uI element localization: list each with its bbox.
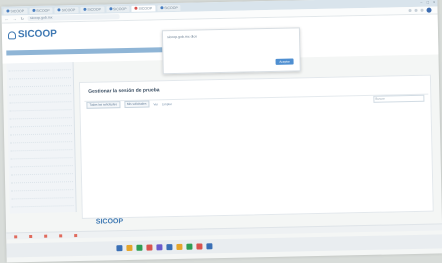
filter-link[interactable]: Ver [153,102,158,106]
sidebar-item[interactable] [9,119,72,128]
sidebar-item[interactable] [11,199,74,208]
sidebar-item[interactable] [10,159,73,168]
filter-link[interactable]: Limpiar [162,102,172,106]
main-card: Gestionar la sesión de prueba Todas las … [78,74,434,219]
maximize-button[interactable]: □ [427,0,430,5]
window-controls: − □ × [420,0,439,5]
browser-tab[interactable]: SICOOP [157,4,181,11]
tab-favicon-icon [32,8,36,12]
taskbar-app-icon[interactable] [136,244,143,251]
pdf-file-icon [59,233,63,237]
download-item[interactable] [14,234,18,238]
sidebar-item[interactable] [9,127,73,136]
tab-favicon-icon [108,7,112,11]
filter-button[interactable]: Mis solicitudes [123,100,150,109]
taskbar-app-icon[interactable] [186,243,193,250]
browser-tab-active[interactable]: SICOOP [131,4,156,12]
profile-avatar-icon[interactable] [426,7,432,13]
sidebar-item[interactable] [10,135,73,144]
tab-favicon-icon [57,8,61,12]
sidebar-item[interactable] [11,183,74,192]
reload-icon[interactable]: ↻ [21,16,24,21]
start-button-icon[interactable] [116,245,123,252]
sidebar-item[interactable] [8,63,71,72]
download-item[interactable] [74,233,78,237]
taskbar-app-icon[interactable] [126,244,133,252]
pdf-file-icon [74,233,78,237]
logo-mark-icon [7,30,17,39]
footer-logo: SICOOP [95,218,124,226]
search-input[interactable]: Buscar [373,94,425,103]
browser-tab[interactable]: SICOOP [105,5,130,12]
extension-icon[interactable] [420,8,424,12]
url-field[interactable]: sicoop.gob.mx [27,14,121,22]
browser-tab[interactable]: SICOOP [54,6,79,13]
accept-button[interactable]: Aceptar [275,58,294,65]
extension-icon[interactable] [408,9,412,13]
pdf-file-icon [44,234,48,238]
tab-favicon-icon [83,7,87,11]
taskbar-app-icon[interactable] [146,244,153,251]
screen: SICOOP SICOOP SICOOP SICOOP SICOOP SICOO… [1,0,442,263]
sicoop-logo[interactable]: SICOOP [7,28,57,40]
sidebar-item[interactable] [9,103,72,112]
taskbar-app-icon[interactable] [166,244,173,251]
browser-tab[interactable]: SICOOP [80,5,105,13]
extension-icons [408,7,437,13]
sidebar-item[interactable] [10,151,73,160]
dialog-title: sicoop.gob.mx dice [167,34,198,40]
alert-dialog: sicoop.gob.mx dice Aceptar [161,27,301,75]
tab-favicon-icon [6,9,10,13]
sidebar-item[interactable] [9,87,72,96]
forward-arrow-icon[interactable]: → [13,16,17,21]
page-title: Gestionar la sesión de prueba [88,87,160,95]
download-item[interactable] [59,233,63,237]
sidebar-item[interactable] [9,111,72,120]
sidebar-item[interactable] [8,79,72,88]
extension-icon[interactable] [414,8,418,12]
filter-button[interactable]: Todas las solicitudes [86,101,121,109]
taskbar-app-icon[interactable] [196,243,203,250]
sidebar-item[interactable] [10,143,73,152]
taskbar-app-icon[interactable] [176,243,183,250]
tab-favicon-icon [160,6,164,10]
back-arrow-icon[interactable]: ← [5,16,9,21]
filter-bar: Todas las solicitudes Mis solicitudes Ve… [84,93,429,109]
minimize-button[interactable]: − [420,0,422,5]
sidebar-item[interactable] [10,167,73,176]
browser-tab[interactable]: SICOOP [3,7,28,15]
pdf-file-icon [14,234,18,238]
taskbar-app-icon[interactable] [156,244,163,251]
sidebar-item[interactable] [11,207,74,214]
taskbar-app-icon[interactable] [206,243,213,250]
sidebar-item[interactable] [11,191,74,200]
pdf-file-icon [29,234,33,238]
sidebar-item[interactable] [10,175,74,184]
download-item[interactable] [29,234,33,238]
sidebar-item[interactable] [8,71,71,80]
dialog-message [167,40,291,43]
download-item[interactable] [44,234,48,238]
browser-tab[interactable]: SICOOP [29,7,53,14]
tab-favicon-icon [134,6,138,10]
sidebar-item[interactable] [9,95,72,104]
sidebar [6,62,77,214]
close-button[interactable]: × [433,0,435,5]
